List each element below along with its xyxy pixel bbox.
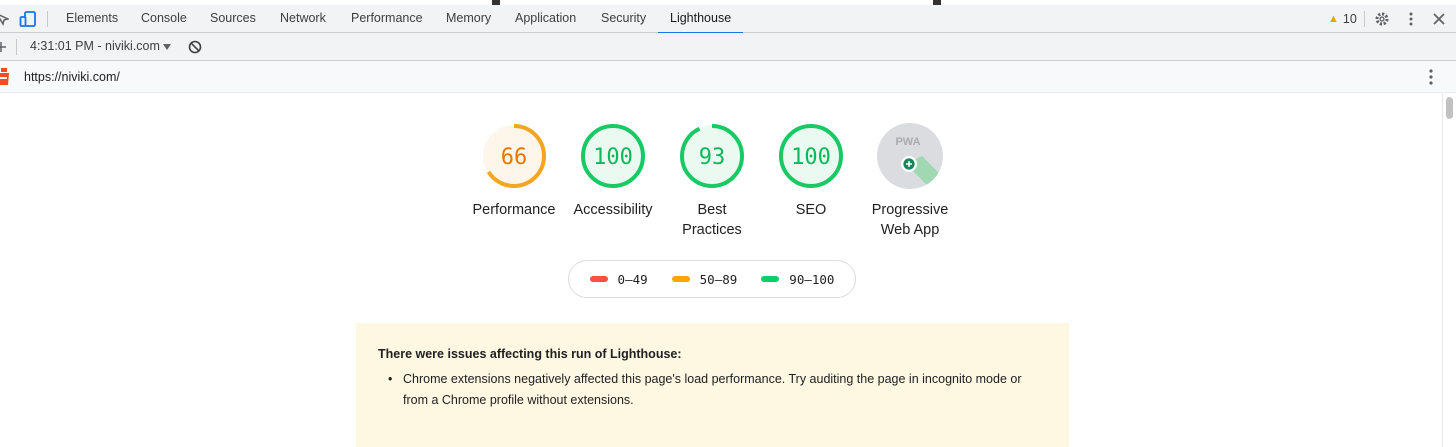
gauge-score: 100 [593,145,633,170]
gauge-score: 93 [699,145,726,170]
gauge-label: Progressive [871,202,949,218]
tab-console[interactable]: Console [141,5,187,33]
tab-sources[interactable]: Sources [210,5,256,33]
tab-lighthouse[interactable]: Lighthouse [657,5,744,34]
gauge-ring: 93 [680,124,744,188]
toolbar-divider [47,11,48,27]
gauge-seo[interactable]: 100 SEO [761,122,861,220]
gauge-label: Accessibility [573,202,653,218]
run-warnings-box: There were issues affecting this run of … [356,323,1069,447]
report-content: 66 Performance 100 Accessibility 93 Best… [0,94,1442,447]
pwa-badge-icon: PWA [877,123,943,189]
gauge-label: Performance [472,202,556,218]
tab-performance[interactable]: Performance [351,5,423,33]
report-selector[interactable]: 4:31:01 PM - niviki.com [30,33,160,60]
gauge-pwa[interactable]: PWA Progressive Web App [860,122,960,240]
gauge-ring: 100 [581,124,645,188]
legend-swatch [671,276,690,282]
gear-icon[interactable] [1374,10,1390,28]
gauge-label: Best [697,202,727,218]
legend-item-fail: 0–49 [589,271,648,287]
gauge-ring: 66 [482,124,546,188]
report-url[interactable]: https://niviki.com/ [24,61,120,93]
pwa-badge-text: PWA [895,136,920,148]
lighthouse-logo-icon [0,68,10,86]
legend-range: 0–49 [617,271,648,287]
more-options-icon[interactable] [1404,10,1418,28]
warnings-counter[interactable]: ▲ 10 [1328,11,1357,27]
tab-security[interactable]: Security [601,5,646,33]
gauge-best-practices[interactable]: 93 Best Practices [662,122,762,240]
legend-item-pass: 90–100 [761,272,834,287]
gauge-ring: 100 [779,124,843,188]
run-warnings-list: Chrome extensions negatively affected th… [378,369,1047,411]
scrollbar-thumb[interactable] [1446,97,1453,119]
inspect-element-icon[interactable] [0,10,10,28]
run-warnings-title: There were issues affecting this run of … [378,347,682,361]
gauge-score: 100 [791,145,831,170]
tab-application[interactable]: Application [515,5,576,33]
gauge-label-line2: Practices [682,222,742,238]
warnings-count: 10 [1342,12,1357,26]
gauge-score: 66 [501,145,528,170]
scrollbar[interactable] [1442,94,1456,447]
legend-swatch [589,276,608,282]
report-menu-icon[interactable] [1424,68,1438,86]
device-toolbar-icon[interactable] [19,10,37,28]
lighthouse-toolbar: 4:31:01 PM - niviki.com [0,33,1456,61]
toolbar-divider [16,39,17,55]
tab-elements[interactable]: Elements [66,5,118,33]
gauge-label-line2: Web App [880,222,940,238]
devtools-tabbar: Elements Console Sources Network Perform… [0,5,1456,34]
gauge-accessibility[interactable]: 100 Accessibility [563,122,663,220]
close-icon[interactable] [1432,10,1446,28]
gauge-performance[interactable]: 66 Performance [464,122,564,220]
legend-swatch [761,276,780,282]
warning-icon: ▲ [1328,13,1339,25]
legend-item-average: 50–89 [671,271,738,287]
add-report-icon[interactable] [0,38,6,56]
tab-network[interactable]: Network [280,5,326,33]
toolbar-divider [1364,11,1365,27]
score-legend: 0–49 50–89 90–100 [568,260,856,298]
report-url-bar: https://niviki.com/ [0,61,1456,93]
chevron-down-icon[interactable] [162,38,172,56]
legend-range: 50–89 [699,271,738,287]
legend-range: 90–100 [789,271,835,287]
tab-memory[interactable]: Memory [446,5,491,33]
gauge-label: SEO [795,202,827,218]
run-warning-item: Chrome extensions negatively affected th… [378,369,1047,411]
clear-all-icon[interactable] [187,38,203,56]
